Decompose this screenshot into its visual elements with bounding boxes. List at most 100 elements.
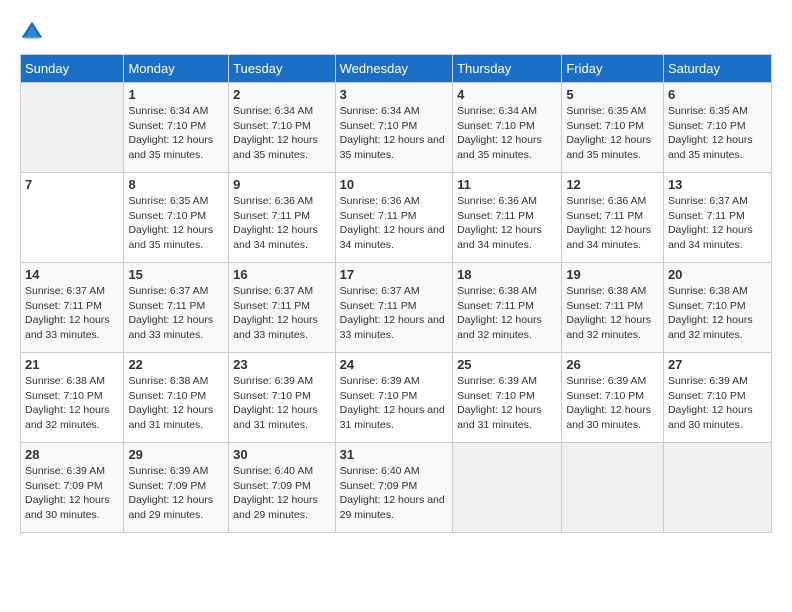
page-header bbox=[20, 20, 772, 44]
calendar-cell: 16 Sunrise: 6:37 AMSunset: 7:11 PMDayligh… bbox=[229, 263, 336, 353]
day-number: 1 bbox=[128, 87, 224, 102]
day-number: 21 bbox=[25, 357, 119, 372]
calendar-cell bbox=[562, 443, 664, 533]
day-number: 27 bbox=[668, 357, 767, 372]
calendar-cell: 13 Sunrise: 6:37 AMSunset: 7:11 PMDayligh… bbox=[663, 173, 771, 263]
calendar-cell: 4Sunrise: 6:34 AMSunset: 7:10 PMDaylight… bbox=[453, 83, 562, 173]
day-info: Sunrise: 6:35 AMSunset: 7:10 PMDaylight:… bbox=[566, 104, 659, 163]
day-number: 2 bbox=[233, 87, 331, 102]
day-number: 30 bbox=[233, 447, 331, 462]
day-info: Sunrise: 6:34 AMSunset: 7:10 PMDaylight:… bbox=[233, 104, 331, 163]
calendar-cell: 30 Sunrise: 6:40 AMSunset: 7:09 PMDayligh… bbox=[229, 443, 336, 533]
day-info: Sunrise: 6:39 AMSunset: 7:10 PMDaylight:… bbox=[457, 374, 557, 433]
calendar-cell: 20 Sunrise: 6:38 AMSunset: 7:10 PMDayligh… bbox=[663, 263, 771, 353]
day-number: 26 bbox=[566, 357, 659, 372]
calendar-cell: 14 Sunrise: 6:37 AMSunset: 7:11 PMDayligh… bbox=[21, 263, 124, 353]
day-info: Sunrise: 6:36 AMSunset: 7:11 PMDaylight:… bbox=[457, 194, 557, 253]
calendar-cell: 31Sunrise: 6:40 AMSunset: 7:09 PMDayligh… bbox=[335, 443, 452, 533]
logo bbox=[20, 20, 46, 44]
day-number: 23 bbox=[233, 357, 331, 372]
day-info: Sunrise: 6:39 AMSunset: 7:10 PMDaylight:… bbox=[340, 374, 448, 433]
calendar-cell: 12 Sunrise: 6:36 AMSunset: 7:11 PMDayligh… bbox=[562, 173, 664, 263]
calendar-cell: 18 Sunrise: 6:38 AMSunset: 7:11 PMDayligh… bbox=[453, 263, 562, 353]
day-number: 14 bbox=[25, 267, 119, 282]
day-info: Sunrise: 6:37 AMSunset: 7:11 PMDaylight:… bbox=[128, 284, 224, 343]
calendar-cell: 29Sunrise: 6:39 AMSunset: 7:09 PMDayligh… bbox=[124, 443, 229, 533]
day-info: Sunrise: 6:40 AMSunset: 7:09 PMDaylight:… bbox=[233, 464, 331, 523]
day-info: Sunrise: 6:40 AMSunset: 7:09 PMDaylight:… bbox=[340, 464, 448, 523]
day-number: 12 bbox=[566, 177, 659, 192]
day-info: Sunrise: 6:38 AMSunset: 7:10 PMDaylight:… bbox=[668, 284, 767, 343]
calendar-cell: 23 Sunrise: 6:39 AMSunset: 7:10 PMDayligh… bbox=[229, 353, 336, 443]
day-number: 6 bbox=[668, 87, 767, 102]
day-number: 16 bbox=[233, 267, 331, 282]
day-number: 5 bbox=[566, 87, 659, 102]
calendar-cell bbox=[21, 83, 124, 173]
day-info: Sunrise: 6:34 AMSunset: 7:10 PMDaylight:… bbox=[128, 104, 224, 163]
calendar-cell: 15 Sunrise: 6:37 AMSunset: 7:11 PMDayligh… bbox=[124, 263, 229, 353]
day-info: Sunrise: 6:37 AMSunset: 7:11 PMDaylight:… bbox=[340, 284, 448, 343]
day-info: Sunrise: 6:37 AMSunset: 7:11 PMDaylight:… bbox=[233, 284, 331, 343]
header-cell-saturday: Saturday bbox=[663, 55, 771, 83]
calendar-cell: 26 Sunrise: 6:39 AMSunset: 7:10 PMDayligh… bbox=[562, 353, 664, 443]
calendar-cell: 19 Sunrise: 6:38 AMSunset: 7:11 PMDayligh… bbox=[562, 263, 664, 353]
day-info: Sunrise: 6:39 AMSunset: 7:10 PMDaylight:… bbox=[233, 374, 331, 433]
day-info: Sunrise: 6:37 AMSunset: 7:11 PMDaylight:… bbox=[668, 194, 767, 253]
calendar-cell: 7 bbox=[21, 173, 124, 263]
day-info: Sunrise: 6:35 AMSunset: 7:10 PMDaylight:… bbox=[668, 104, 767, 163]
week-row-3: 14 Sunrise: 6:37 AMSunset: 7:11 PMDayligh… bbox=[21, 263, 772, 353]
calendar-table: SundayMondayTuesdayWednesdayThursdayFrid… bbox=[20, 54, 772, 533]
day-number: 9 bbox=[233, 177, 331, 192]
calendar-cell: 27 Sunrise: 6:39 AMSunset: 7:10 PMDayligh… bbox=[663, 353, 771, 443]
day-number: 20 bbox=[668, 267, 767, 282]
day-info: Sunrise: 6:38 AMSunset: 7:10 PMDaylight:… bbox=[25, 374, 119, 433]
calendar-cell: 10 Sunrise: 6:36 AMSunset: 7:11 PMDayligh… bbox=[335, 173, 452, 263]
calendar-cell: 25 Sunrise: 6:39 AMSunset: 7:10 PMDayligh… bbox=[453, 353, 562, 443]
day-number: 22 bbox=[128, 357, 224, 372]
week-row-5: 28 Sunrise: 6:39 AMSunset: 7:09 PMDayligh… bbox=[21, 443, 772, 533]
header-cell-monday: Monday bbox=[124, 55, 229, 83]
calendar-cell: 9 Sunrise: 6:36 AMSunset: 7:11 PMDaylight… bbox=[229, 173, 336, 263]
header-cell-sunday: Sunday bbox=[21, 55, 124, 83]
day-info: Sunrise: 6:36 AMSunset: 7:11 PMDaylight:… bbox=[233, 194, 331, 253]
day-info: Sunrise: 6:39 AMSunset: 7:09 PMDaylight:… bbox=[25, 464, 119, 523]
day-number: 10 bbox=[340, 177, 448, 192]
day-info: Sunrise: 6:35 AMSunset: 7:10 PMDaylight:… bbox=[128, 194, 224, 253]
header-row: SundayMondayTuesdayWednesdayThursdayFrid… bbox=[21, 55, 772, 83]
day-info: Sunrise: 6:39 AMSunset: 7:10 PMDaylight:… bbox=[566, 374, 659, 433]
day-number: 18 bbox=[457, 267, 557, 282]
day-number: 28 bbox=[25, 447, 119, 462]
calendar-cell: 6 Sunrise: 6:35 AMSunset: 7:10 PMDaylight… bbox=[663, 83, 771, 173]
week-row-4: 21 Sunrise: 6:38 AMSunset: 7:10 PMDayligh… bbox=[21, 353, 772, 443]
day-info: Sunrise: 6:36 AMSunset: 7:11 PMDaylight:… bbox=[340, 194, 448, 253]
day-number: 7 bbox=[25, 177, 119, 192]
calendar-cell: 21 Sunrise: 6:38 AMSunset: 7:10 PMDayligh… bbox=[21, 353, 124, 443]
calendar-cell bbox=[453, 443, 562, 533]
day-number: 4 bbox=[457, 87, 557, 102]
day-number: 13 bbox=[668, 177, 767, 192]
day-number: 24 bbox=[340, 357, 448, 372]
calendar-cell: 8 Sunrise: 6:35 AMSunset: 7:10 PMDaylight… bbox=[124, 173, 229, 263]
day-number: 25 bbox=[457, 357, 557, 372]
week-row-1: 1 Sunrise: 6:34 AMSunset: 7:10 PMDaylight… bbox=[21, 83, 772, 173]
day-number: 19 bbox=[566, 267, 659, 282]
header-cell-tuesday: Tuesday bbox=[229, 55, 336, 83]
day-info: Sunrise: 6:36 AMSunset: 7:11 PMDaylight:… bbox=[566, 194, 659, 253]
day-number: 8 bbox=[128, 177, 224, 192]
day-info: Sunrise: 6:37 AMSunset: 7:11 PMDaylight:… bbox=[25, 284, 119, 343]
header-cell-wednesday: Wednesday bbox=[335, 55, 452, 83]
header-cell-thursday: Thursday bbox=[453, 55, 562, 83]
calendar-cell: 1 Sunrise: 6:34 AMSunset: 7:10 PMDaylight… bbox=[124, 83, 229, 173]
day-number: 17 bbox=[340, 267, 448, 282]
calendar-cell: 17 Sunrise: 6:37 AMSunset: 7:11 PMDayligh… bbox=[335, 263, 452, 353]
calendar-cell: 22 Sunrise: 6:38 AMSunset: 7:10 PMDayligh… bbox=[124, 353, 229, 443]
day-info: Sunrise: 6:38 AMSunset: 7:11 PMDaylight:… bbox=[566, 284, 659, 343]
day-info: Sunrise: 6:38 AMSunset: 7:10 PMDaylight:… bbox=[128, 374, 224, 433]
day-number: 15 bbox=[128, 267, 224, 282]
day-info: Sunrise: 6:34 AMSunset: 7:10 PMDaylight:… bbox=[340, 104, 448, 163]
calendar-cell: 11Sunrise: 6:36 AMSunset: 7:11 PMDayligh… bbox=[453, 173, 562, 263]
calendar-cell: 24 Sunrise: 6:39 AMSunset: 7:10 PMDayligh… bbox=[335, 353, 452, 443]
day-info: Sunrise: 6:38 AMSunset: 7:11 PMDaylight:… bbox=[457, 284, 557, 343]
day-info: Sunrise: 6:39 AMSunset: 7:10 PMDaylight:… bbox=[668, 374, 767, 433]
logo-icon bbox=[20, 20, 44, 44]
